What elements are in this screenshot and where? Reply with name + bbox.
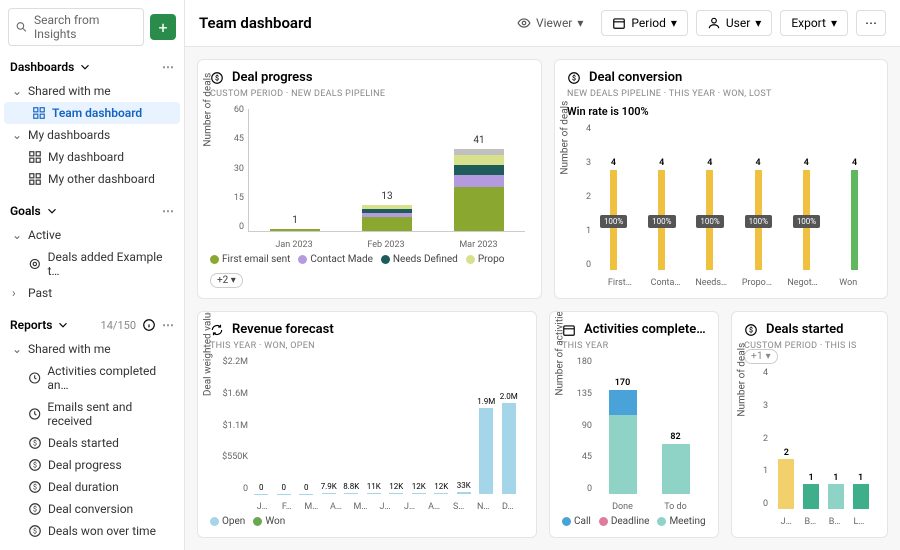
svg-text:$: $: [215, 74, 219, 82]
search-icon: [15, 20, 28, 34]
sidebar-item-my-dashboard[interactable]: My dashboard: [0, 146, 184, 168]
report-count: 14/150: [101, 319, 136, 332]
main: Team dashboard Viewer ▾ Period ▾ User ▾ …: [185, 0, 900, 550]
card-subtitle: THIS YEAR · WON, OPEN: [210, 341, 524, 351]
deals-started-chart: Number of deals 43210 2111 J…B…B…L…: [744, 368, 875, 527]
report-deals-won[interactable]: $Deals won over time: [0, 520, 184, 542]
currency-icon: $: [28, 480, 42, 494]
user-dropdown[interactable]: User ▾: [696, 10, 772, 36]
svg-text:$: $: [33, 461, 37, 469]
report-deal-duration[interactable]: $Deal duration: [0, 476, 184, 498]
eye-icon: [517, 16, 531, 30]
card-deals-started: $ Deals started CUSTOM PERIOD · THIS IS +…: [731, 311, 888, 538]
legend: First email sentContact MadeNeeds Define…: [210, 254, 529, 288]
card-title: Deals started: [766, 322, 843, 337]
card-title: Activities complete…: [584, 322, 706, 337]
search-input[interactable]: Search from Insights: [8, 8, 144, 46]
sidebar-item-my-other-dashboard[interactable]: My other dashboard: [0, 168, 184, 190]
card-deal-conversion: $ Deal conversion NEW DEALS PIPELINE · TH…: [554, 59, 888, 299]
currency-icon: $: [28, 458, 42, 472]
currency-icon: $: [567, 71, 581, 85]
group-past[interactable]: ›Past: [0, 282, 184, 304]
export-dropdown[interactable]: Export ▾: [780, 10, 848, 36]
report-deal-progress[interactable]: $Deal progress: [0, 454, 184, 476]
currency-icon: $: [28, 436, 42, 450]
card-title: Deal progress: [232, 70, 313, 85]
target-icon: [28, 257, 42, 271]
group-shared-with-me[interactable]: ⌄Shared with me: [0, 80, 184, 102]
revenue-chart: Deal weighted value $2.2M$1.6M$1.1M$550K…: [210, 357, 524, 512]
card-title: Deal conversion: [589, 70, 682, 85]
deal-conversion-chart: Number of deals 43210 4100%4100%4100%410…: [567, 124, 875, 288]
group-my-dashboards[interactable]: ⌄My dashboards: [0, 124, 184, 146]
svg-text:$: $: [572, 74, 576, 82]
report-activities[interactable]: Activities completed an…: [0, 360, 184, 396]
chevron-down-icon: [45, 204, 59, 218]
winrate-text: Win rate is 100%: [567, 105, 875, 118]
card-title: Revenue forecast: [232, 322, 334, 337]
currency-icon: $: [28, 524, 42, 538]
report-icon: [28, 407, 41, 421]
group-active[interactable]: ⌄Active: [0, 224, 184, 246]
report-emails[interactable]: Emails sent and received: [0, 396, 184, 432]
dashboard-icon: [32, 106, 46, 120]
card-subtitle: CUSTOM PERIOD · NEW DEALS PIPELINE: [210, 89, 529, 99]
card-subtitle: NEW DEALS PIPELINE · THIS YEAR · WON, LO…: [567, 89, 875, 99]
sidebar: Search from Insights + Dashboards ⋯ ⌄Sha…: [0, 0, 185, 550]
dashboard-icon: [28, 150, 42, 164]
more-icon[interactable]: ⋯: [162, 60, 174, 74]
svg-text:$: $: [33, 505, 37, 513]
activities-chart: Number of activities 18013590450 17082 D…: [562, 357, 706, 512]
report-deals-started[interactable]: $Deals started: [0, 432, 184, 454]
search-placeholder: Search from Insights: [34, 13, 137, 41]
card-revenue-forecast: Revenue forecast THIS YEAR · WON, OPEN D…: [197, 311, 537, 538]
deal-progress-chart: Number of deals 604530150 11341 Jan 2023…: [210, 105, 529, 250]
add-button[interactable]: +: [150, 14, 176, 40]
section-reports[interactable]: Reports 14/150 ⋯: [0, 312, 184, 338]
card-subtitle: THIS YEAR: [562, 341, 706, 351]
report-deal-conversion[interactable]: $Deal conversion: [0, 498, 184, 520]
group-reports-shared[interactable]: ⌄Shared with me: [0, 338, 184, 360]
currency-icon: $: [28, 502, 42, 516]
topbar: Team dashboard Viewer ▾ Period ▾ User ▾ …: [185, 0, 900, 47]
card-subtitle: CUSTOM PERIOD · THIS IS +1 ▾: [744, 341, 875, 362]
legend: OpenWon: [210, 516, 524, 527]
sidebar-item-deals-added[interactable]: Deals added Example t…: [0, 246, 184, 282]
currency-icon: $: [744, 323, 758, 337]
sidebar-item-team-dashboard[interactable]: Team dashboard: [4, 102, 180, 124]
period-dropdown[interactable]: Period ▾: [601, 10, 687, 36]
chevron-down-icon: [56, 318, 70, 332]
page-title: Team dashboard: [199, 14, 312, 32]
section-dashboards[interactable]: Dashboards ⋯: [0, 54, 184, 80]
more-icon[interactable]: ⋯: [162, 204, 174, 218]
report-icon: [28, 371, 41, 385]
chevron-down-icon: [78, 60, 92, 74]
user-icon: [707, 16, 721, 30]
svg-text:$: $: [33, 483, 37, 491]
calendar-icon: [612, 16, 626, 30]
more-icon[interactable]: ⋯: [162, 318, 174, 332]
legend: CallDeadlineMeeting: [562, 516, 706, 527]
more-pill[interactable]: +1 ▾: [744, 349, 778, 364]
svg-text:$: $: [749, 326, 753, 334]
section-goals[interactable]: Goals ⋯: [0, 198, 184, 224]
more-button[interactable]: ⋯: [856, 10, 886, 36]
legend-more[interactable]: +2 ▾: [210, 273, 243, 288]
card-deal-progress: $ Deal progress CUSTOM PERIOD · NEW DEALS…: [197, 59, 542, 299]
svg-text:$: $: [33, 439, 37, 447]
info-icon[interactable]: [142, 318, 156, 332]
card-activities: Activities complete… THIS YEAR Number of…: [549, 311, 719, 538]
viewer-dropdown[interactable]: Viewer ▾: [507, 11, 593, 35]
svg-text:$: $: [33, 527, 37, 535]
dashboard-icon: [28, 172, 42, 186]
